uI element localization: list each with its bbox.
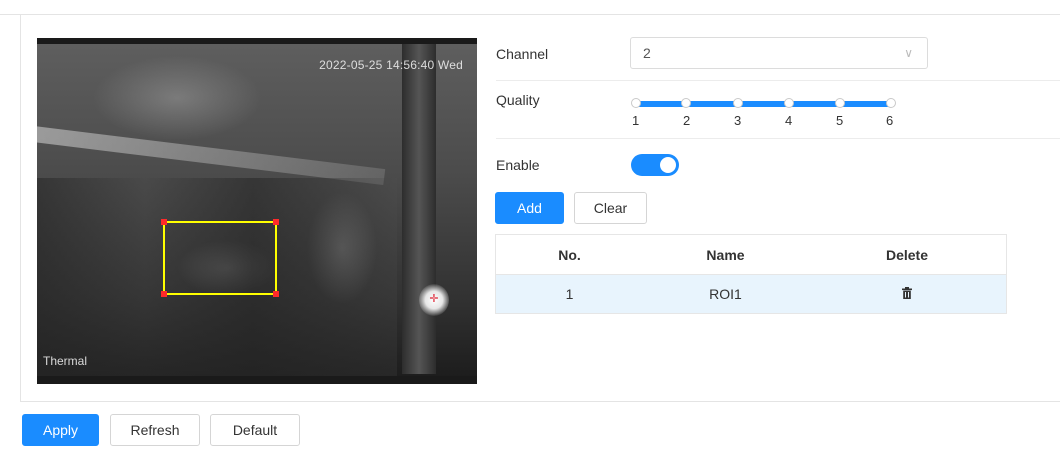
roi-handle-top-left[interactable] xyxy=(161,219,167,225)
quality-knob-2[interactable] xyxy=(681,98,691,108)
roi-box[interactable] xyxy=(161,219,279,297)
video-scene-pole xyxy=(402,44,436,374)
table-row[interactable]: 1 ROI1 xyxy=(496,275,1006,313)
quality-tick: 1 xyxy=(632,113,640,128)
quality-knob-1[interactable] xyxy=(631,98,641,108)
video-timestamp: 2022-05-25 14:56:40 Wed xyxy=(319,58,463,72)
toggle-knob xyxy=(660,157,676,173)
quality-tick: 4 xyxy=(785,113,793,128)
column-header-delete: Delete xyxy=(885,247,929,263)
quality-tick: 6 xyxy=(886,113,894,128)
crosshair-icon: ✛ xyxy=(429,293,439,305)
roi-table: No. Name Delete 1 ROI1 xyxy=(495,234,1007,314)
column-header-name: Name xyxy=(706,247,745,263)
channel-select-value: 2 xyxy=(643,45,651,61)
roi-handle-top-right[interactable] xyxy=(273,219,279,225)
video-scene-streak xyxy=(37,124,386,186)
quality-knob-5[interactable] xyxy=(835,98,845,108)
quality-tick: 5 xyxy=(836,113,844,128)
default-button[interactable]: Default xyxy=(210,414,300,446)
quality-knob-3[interactable] xyxy=(733,98,743,108)
enable-label: Enable xyxy=(496,157,540,173)
quality-slider[interactable] xyxy=(634,101,892,107)
enable-toggle[interactable] xyxy=(631,154,679,176)
video-channel-label: Thermal xyxy=(43,354,88,368)
quality-tick: 3 xyxy=(734,113,742,128)
top-divider xyxy=(0,0,1060,15)
roi-handle-bottom-left[interactable] xyxy=(161,291,167,297)
quality-tick: 2 xyxy=(683,113,691,128)
trash-icon[interactable] xyxy=(902,287,912,299)
clear-button[interactable]: Clear xyxy=(574,192,647,224)
column-header-no: No. xyxy=(558,247,581,263)
divider xyxy=(496,80,1060,81)
table-header: No. Name Delete xyxy=(496,235,1006,275)
row-name: ROI1 xyxy=(709,286,742,302)
refresh-button[interactable]: Refresh xyxy=(110,414,200,446)
quality-label: Quality xyxy=(496,92,540,108)
channel-select[interactable]: 2 ∨ xyxy=(630,37,928,69)
roi-handle-bottom-right[interactable] xyxy=(273,291,279,297)
divider xyxy=(496,138,1060,139)
delete-cell xyxy=(808,286,1006,302)
add-button[interactable]: Add xyxy=(495,192,564,224)
chevron-down-icon: ∨ xyxy=(904,46,913,60)
apply-button[interactable]: Apply xyxy=(22,414,99,446)
quality-knob-4[interactable] xyxy=(784,98,794,108)
channel-label: Channel xyxy=(496,46,549,62)
video-frame-bottom xyxy=(37,376,477,384)
row-number: 1 xyxy=(565,286,574,302)
quality-knob-6[interactable] xyxy=(886,98,896,108)
video-preview: ✛ 2022-05-25 14:56:40 Wed Thermal xyxy=(37,38,477,384)
